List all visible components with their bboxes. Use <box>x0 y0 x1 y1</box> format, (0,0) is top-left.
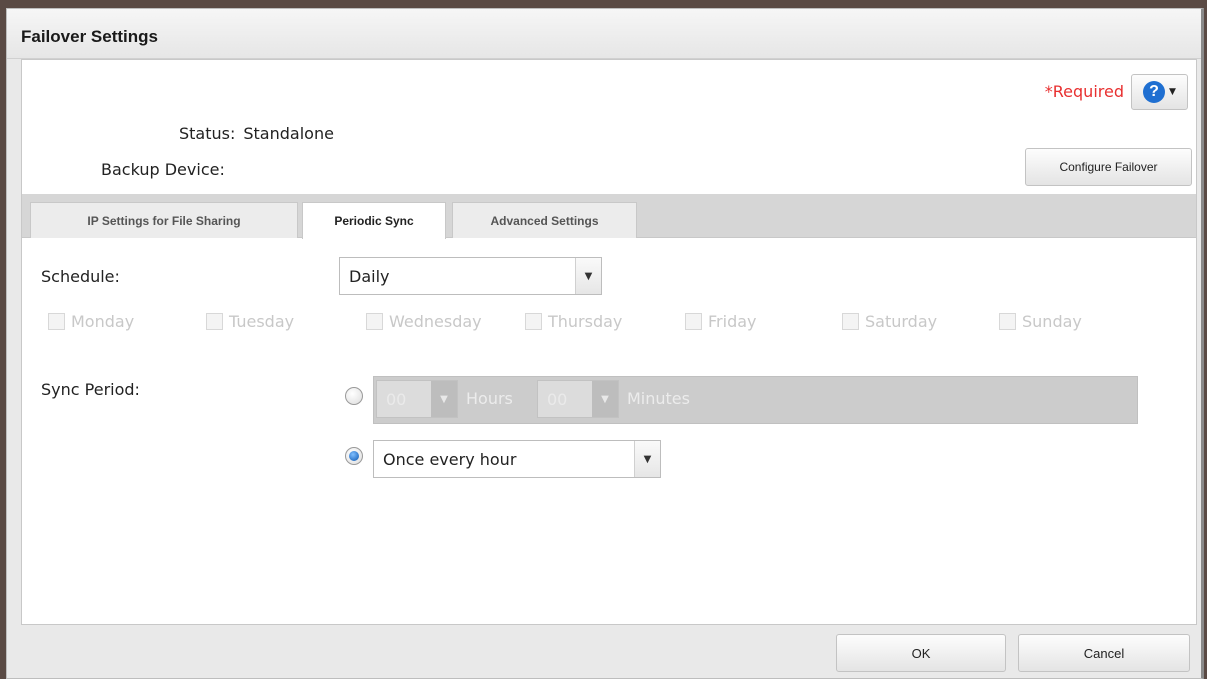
sync-interval-value: Once every hour <box>383 449 517 469</box>
minutes-select[interactable]: 00 ▼ <box>537 380 619 418</box>
custom-time-panel: 00 ▼ Hours 00 ▼ Minutes <box>373 376 1138 424</box>
weekday-checkboxes: Monday Tuesday Wednesday Thursday Friday… <box>22 312 1196 342</box>
chevron-down-icon: ▼ <box>592 381 618 417</box>
chevron-down-icon: ▼ <box>1169 87 1176 97</box>
cancel-button[interactable]: Cancel <box>1018 634 1190 672</box>
tab-strip: IP Settings for File Sharing Periodic Sy… <box>22 194 1196 239</box>
chevron-down-icon: ▼ <box>431 381 457 417</box>
dialog-content: *Required ? ▼ Status: Standalone Backup D… <box>21 59 1197 625</box>
day-label: Sunday <box>1022 312 1082 331</box>
checkbox-icon <box>842 313 859 330</box>
sync-custom-radio[interactable] <box>345 387 363 405</box>
hours-value: 00 <box>386 389 407 409</box>
tab-advanced-settings[interactable]: Advanced Settings <box>452 202 637 238</box>
checkbox-icon <box>206 313 223 330</box>
checkbox-icon <box>48 313 65 330</box>
day-checkbox-saturday[interactable]: Saturday <box>842 312 937 331</box>
ok-button[interactable]: OK <box>836 634 1006 672</box>
backup-device-row: Backup Device: <box>101 160 233 179</box>
dialog-title: Failover Settings <box>21 27 158 46</box>
sync-interval-select[interactable]: Once every hour ▼ <box>373 440 661 478</box>
day-checkbox-wednesday[interactable]: Wednesday <box>366 312 482 331</box>
day-label: Tuesday <box>229 312 295 331</box>
day-checkbox-tuesday[interactable]: Tuesday <box>206 312 294 331</box>
schedule-label: Schedule: <box>41 267 120 286</box>
day-checkbox-monday[interactable]: Monday <box>48 312 134 331</box>
hours-select[interactable]: 00 ▼ <box>376 380 458 418</box>
day-label: Saturday <box>865 312 938 331</box>
sync-interval-radio[interactable] <box>345 447 363 465</box>
dialog-titlebar: Failover Settings <box>7 9 1201 59</box>
required-indicator: *Required <box>1044 82 1124 101</box>
schedule-select[interactable]: Daily ▼ <box>339 257 602 295</box>
day-label: Wednesday <box>389 312 482 331</box>
failover-settings-dialog: Failover Settings *Required ? ▼ Status: S… <box>6 8 1204 679</box>
hours-label: Hours <box>466 389 513 408</box>
day-checkbox-friday[interactable]: Friday <box>685 312 757 331</box>
backup-device-label: Backup Device: <box>101 160 225 179</box>
status-value: Standalone <box>243 124 334 143</box>
checkbox-icon <box>366 313 383 330</box>
chevron-down-icon: ▼ <box>634 441 660 477</box>
minutes-value: 00 <box>547 389 568 409</box>
tab-periodic-sync[interactable]: Periodic Sync <box>302 202 446 239</box>
checkbox-icon <box>525 313 542 330</box>
checkbox-icon <box>999 313 1016 330</box>
day-checkbox-thursday[interactable]: Thursday <box>525 312 622 331</box>
chevron-down-icon: ▼ <box>575 258 601 294</box>
configure-failover-button[interactable]: Configure Failover <box>1025 148 1192 186</box>
day-label: Monday <box>71 312 135 331</box>
day-label: Thursday <box>548 312 623 331</box>
minutes-label: Minutes <box>627 389 690 408</box>
day-label: Friday <box>708 312 757 331</box>
status-row: Status: Standalone <box>179 124 334 143</box>
question-circle-icon: ? <box>1143 81 1166 103</box>
sync-period-label: Sync Period: <box>41 380 140 399</box>
help-button[interactable]: ? ▼ <box>1131 74 1188 110</box>
tab-ip-settings[interactable]: IP Settings for File Sharing <box>30 202 298 238</box>
status-label: Status: <box>179 124 236 143</box>
schedule-select-value: Daily <box>349 266 390 286</box>
day-checkbox-sunday[interactable]: Sunday <box>999 312 1082 331</box>
checkbox-icon <box>685 313 702 330</box>
